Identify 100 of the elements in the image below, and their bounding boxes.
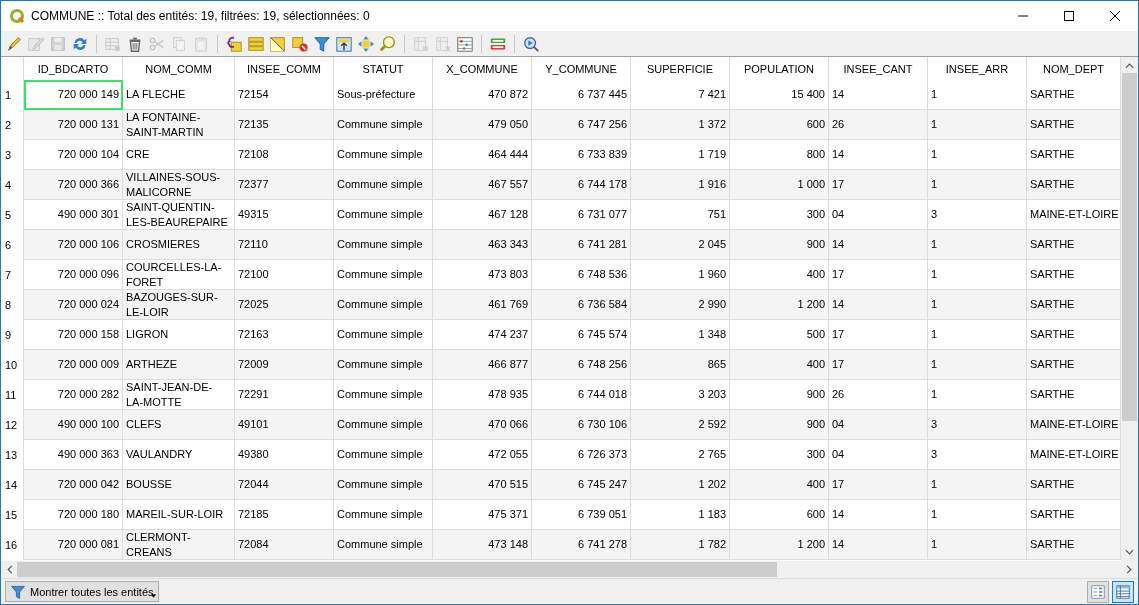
close-icon[interactable] [1110,11,1120,21]
form-view-button[interactable] [1087,580,1109,603]
table-cell: 720 000 106 [24,230,123,260]
column-header[interactable]: STATUT [334,57,433,80]
table-cell: 470 515 [433,470,532,500]
table-cell: 6 748 256 [532,350,631,380]
row-number[interactable]: 8 [1,290,24,320]
column-header[interactable]: X_COMMUNE [433,57,532,80]
column-header[interactable]: INSEE_CANT [829,57,928,80]
table-cell: CROSMIERES [123,230,235,260]
table-cell: Commune simple [334,470,433,500]
table-cell: 720 000 042 [24,470,123,500]
table-cell: 17 [829,470,928,500]
table-cell: 720 000 009 [24,350,123,380]
window-title: COMMUNE :: Total des entités: 19, filtrées: 19, sélectionnées: 0 [31,9,370,23]
table-cell: 470 066 [433,410,532,440]
column-header[interactable]: Y_COMMUNE [532,57,631,80]
table-cell: 72044 [235,470,334,500]
table-cell: 17 [829,350,928,380]
table-cell: 6 741 281 [532,230,631,260]
pencil-icon[interactable] [5,34,23,53]
move-top-icon[interactable] [335,34,353,53]
table-cell: 6 736 584 [532,290,631,320]
scroll-left-icon[interactable] [7,565,13,574]
table-cell: 900 [730,410,829,440]
table-cell: 463 343 [433,230,532,260]
filter-icon[interactable] [313,34,331,53]
table-cell: 2 990 [631,290,730,320]
table-cell: Commune simple [334,410,433,440]
table-cell: 17 [829,170,928,200]
table-cell: 1 000 [730,170,829,200]
table-cell: 865 [631,350,730,380]
table-cell: BAZOUGES-SUR- LE-LOIR [123,290,235,320]
row-number[interactable]: 2 [1,110,24,140]
row-number[interactable]: 16 [1,530,24,560]
row-number[interactable]: 4 [1,170,24,200]
table-cell: Commune simple [334,290,433,320]
column-header[interactable]: NOM_COMM [123,57,235,80]
table-cell: 72110 [235,230,334,260]
table-cell: VILLAINES-SOUS- MALICORNE [123,170,235,200]
filter-dropdown-button[interactable]: Montrer toutes les entités [5,581,159,602]
table-cell: 49101 [235,410,334,440]
table-cell: Commune simple [334,530,433,560]
table-cell: Commune simple [334,230,433,260]
table-cell: ARTHEZE [123,350,235,380]
column-header[interactable]: POPULATION [730,57,829,80]
table-cell: 467 557 [433,170,532,200]
zoom-icon[interactable] [379,34,397,53]
scroll-up-icon[interactable] [1125,63,1134,69]
table-cell: 6 730 106 [532,410,631,440]
table-cell: 14 [829,230,928,260]
table-cell: 04 [829,410,928,440]
table-cell: Commune simple [334,350,433,380]
column-header[interactable]: INSEE_COMM [235,57,334,80]
scroll-down-icon[interactable] [1125,549,1134,555]
table-cell: 14 [829,290,928,320]
abacus-icon[interactable] [456,34,474,53]
row-number[interactable]: 6 [1,230,24,260]
table-cell: 600 [730,110,829,140]
scroll-right-icon[interactable] [1126,565,1132,574]
table-cell: 1 [928,350,1027,380]
table-cell: 466 877 [433,350,532,380]
table-cell: 1 200 [730,290,829,320]
table-cell: 6 744 178 [532,170,631,200]
table-cell: 1 372 [631,110,730,140]
column-header[interactable]: ID_BDCARTO [24,57,123,80]
table-cell: 1 782 [631,530,730,560]
row-number[interactable]: 10 [1,350,24,380]
table-cell: 900 [730,230,829,260]
invert-icon[interactable] [269,34,287,53]
table-cell: 72135 [235,110,334,140]
table-cell: 1 [928,230,1027,260]
table-view-button[interactable] [1112,580,1134,603]
table-cell: CLEFS [123,410,235,440]
table-cell: 72025 [235,290,334,320]
row-number[interactable]: 12 [1,410,24,440]
table-cell: CLERMONT- CREANS [123,530,235,560]
table-cell: 461 769 [433,290,532,320]
table-cell: 6 745 247 [532,470,631,500]
vertical-scrollbar[interactable] [1121,57,1138,561]
column-header[interactable]: SUPERFICIE [631,57,730,80]
deselect-icon[interactable] [291,34,309,53]
expression-select-icon[interactable] [225,34,243,53]
table-cell: 6 741 278 [532,530,631,560]
table-cell: 479 050 [433,110,532,140]
table-cell: 2 045 [631,230,730,260]
table-cell: 1 [928,470,1027,500]
row-number[interactable]: 14 [1,470,24,500]
table-cell: 6 747 256 [532,110,631,140]
table-cell: 26 [829,110,928,140]
table-cell: LA FONTAINE- SAINT-MARTIN [123,110,235,140]
table-cell: 72377 [235,170,334,200]
table-cell: 2 592 [631,410,730,440]
table-cell: 473 148 [433,530,532,560]
column-header[interactable]: INSEE_ARR [928,57,1027,80]
table-cell: 720 000 024 [24,290,123,320]
table-cell: 3 [928,410,1027,440]
table-cell: 720 000 149 [24,80,123,110]
maximize-icon[interactable] [1064,11,1074,21]
table-cell: Commune simple [334,170,433,200]
